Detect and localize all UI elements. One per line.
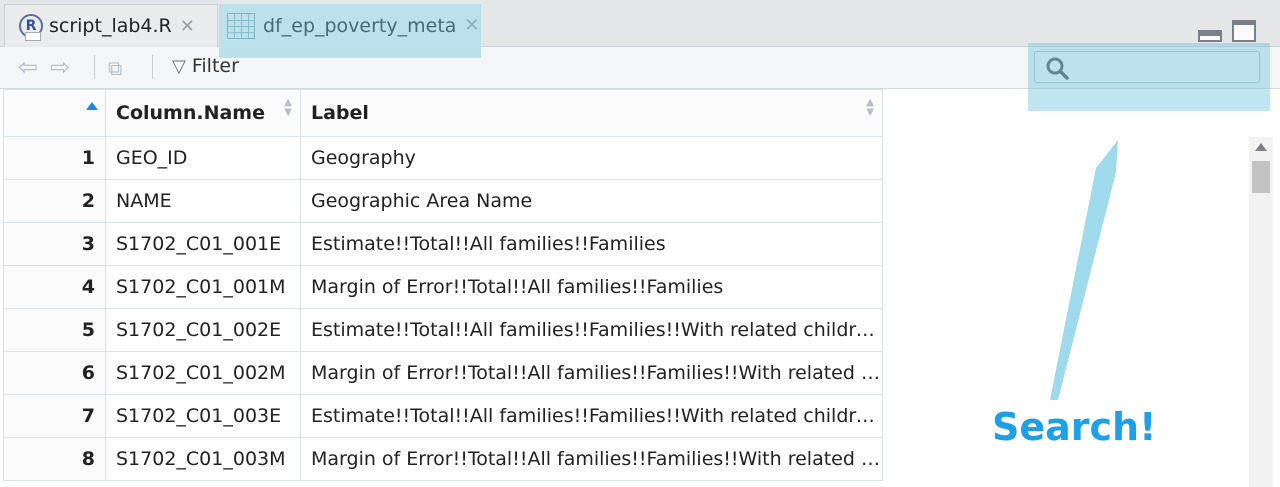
cell-label: Geography xyxy=(300,136,883,180)
cell-column-name: S1702_C01_002E xyxy=(105,308,301,352)
vertical-scrollbar[interactable] xyxy=(1249,137,1273,487)
cell-column-name: NAME xyxy=(105,179,301,223)
toolbar-divider xyxy=(152,55,153,79)
table-row: 3 S1702_C01_001E Estimate!!Total!!All fa… xyxy=(3,222,883,266)
popout-window-icon[interactable]: ⧉ xyxy=(108,56,122,80)
table-row: 1 GEO_ID Geography xyxy=(3,136,883,180)
cell-column-name: S1702_C01_001M xyxy=(105,265,301,309)
row-number: 2 xyxy=(3,179,106,223)
cell-label: Estimate!!Total!!All families!!Families xyxy=(300,222,883,266)
row-number: 7 xyxy=(3,394,106,438)
cell-column-name: GEO_ID xyxy=(105,136,301,180)
sort-ascending-icon xyxy=(86,102,98,110)
forward-arrow-icon[interactable]: ⇨ xyxy=(50,53,70,81)
annotation-text: Search! xyxy=(992,405,1157,449)
cell-label: Estimate!!Total!!All families!!Families!… xyxy=(300,394,883,438)
cell-label: Margin of Error!!Total!!All families!!Fa… xyxy=(300,437,883,481)
table-row: 8 S1702_C01_003M Margin of Error!!Total!… xyxy=(3,437,883,481)
search-highlight xyxy=(1028,43,1270,111)
header-label: Column.Name xyxy=(116,102,265,124)
column-header-column-name[interactable]: Column.Name ▲ ▼ xyxy=(105,89,301,137)
row-number: 4 xyxy=(3,265,106,309)
table-header-row: Column.Name ▲ ▼ Label ▲ ▼ xyxy=(3,89,883,137)
tab-bar: R script_lab4.R ✕ df_ep_poverty_meta ✕ xyxy=(0,0,1280,47)
cell-label: Geographic Area Name xyxy=(300,179,883,223)
tab-script-lab4[interactable]: R script_lab4.R ✕ xyxy=(4,4,218,47)
table-row: 6 S1702_C01_002M Margin of Error!!Total!… xyxy=(3,351,883,395)
row-number: 3 xyxy=(3,222,106,266)
header-label: Label xyxy=(311,102,369,124)
cell-label: Margin of Error!!Total!!All families!!Fa… xyxy=(300,351,883,395)
table-row: 2 NAME Geographic Area Name xyxy=(3,179,883,223)
tab-label: script_lab4.R xyxy=(49,15,172,37)
filter-button[interactable]: ▽ Filter xyxy=(172,55,239,77)
cell-column-name: S1702_C01_001E xyxy=(105,222,301,266)
table-row: 5 S1702_C01_002E Estimate!!Total!!All fa… xyxy=(3,308,883,352)
table-row: 4 S1702_C01_001M Margin of Error!!Total!… xyxy=(3,265,883,309)
sort-arrows-icon: ▲ ▼ xyxy=(284,97,292,118)
filter-label: Filter xyxy=(191,55,239,77)
column-header-label[interactable]: Label ▲ ▼ xyxy=(300,89,883,137)
cell-column-name: S1702_C01_002M xyxy=(105,351,301,395)
back-arrow-icon[interactable]: ⇦ xyxy=(18,53,38,81)
cell-column-name: S1702_C01_003E xyxy=(105,394,301,438)
table-row: 7 S1702_C01_003E Estimate!!Total!!All fa… xyxy=(3,394,883,438)
scroll-thumb[interactable] xyxy=(1252,161,1270,193)
scroll-up-icon[interactable] xyxy=(1255,143,1267,151)
row-number: 5 xyxy=(3,308,106,352)
minimize-pane-icon[interactable] xyxy=(1198,30,1222,42)
r-script-icon: R xyxy=(19,14,43,41)
row-number: 1 xyxy=(3,136,106,180)
sort-arrows-icon: ▲ ▼ xyxy=(866,97,874,118)
close-icon[interactable]: ✕ xyxy=(180,16,195,37)
cell-label: Margin of Error!!Total!!All families!!Fa… xyxy=(300,265,883,309)
maximize-pane-icon[interactable] xyxy=(1232,20,1256,42)
funnel-icon: ▽ xyxy=(172,55,186,77)
cell-column-name: S1702_C01_003M xyxy=(105,437,301,481)
tab-highlight xyxy=(219,4,481,58)
cell-label: Estimate!!Total!!All families!!Families!… xyxy=(300,308,883,352)
data-table: Column.Name ▲ ▼ Label ▲ ▼ 1 GEO_ID Geograp… xyxy=(3,89,883,481)
toolbar-divider xyxy=(94,55,95,79)
row-number: 6 xyxy=(3,351,106,395)
row-index-header[interactable] xyxy=(3,89,106,137)
row-number: 8 xyxy=(3,437,106,481)
